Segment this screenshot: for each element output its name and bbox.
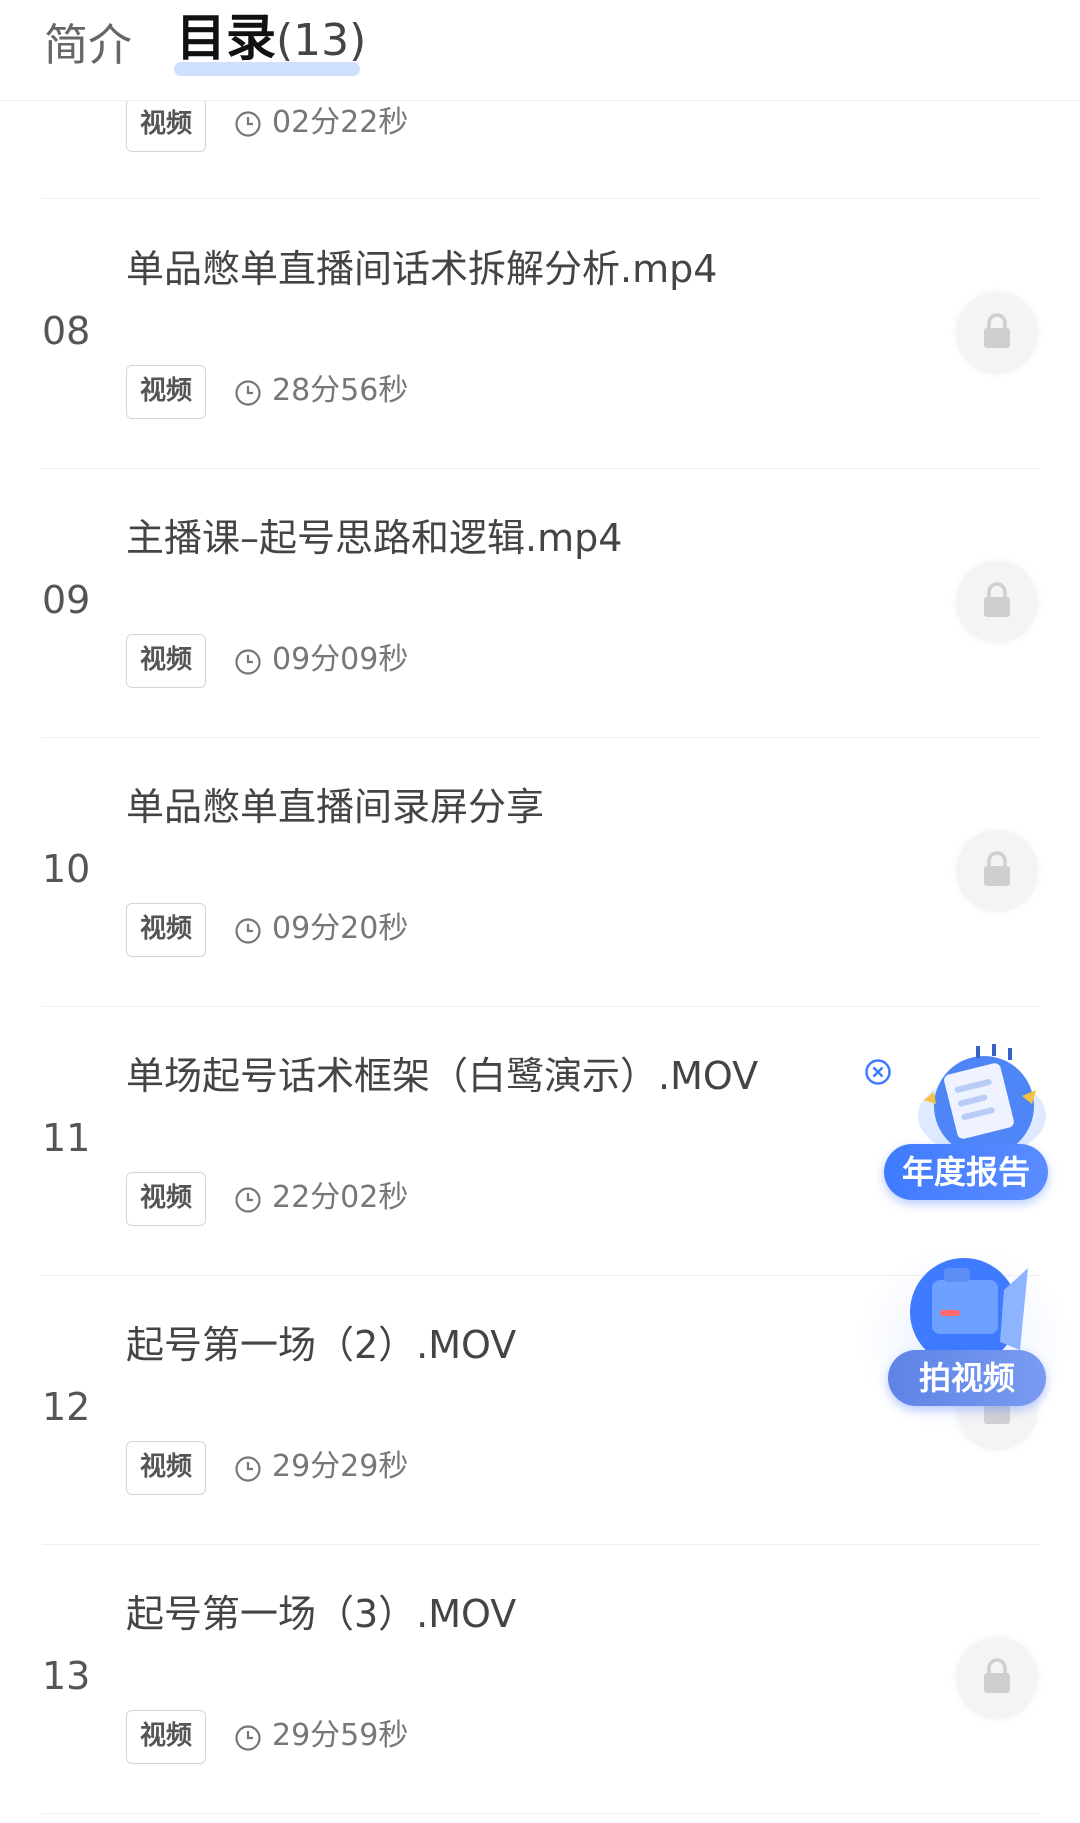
clock-icon: [235, 1725, 261, 1751]
annual-report-widget[interactable]: 年度报告: [864, 1040, 1060, 1210]
close-icon[interactable]: [864, 1058, 892, 1086]
report-illustration-icon: [918, 1044, 1046, 1156]
divider: [42, 1544, 1040, 1545]
duration: 28分56秒: [272, 373, 409, 408]
divider: [42, 468, 1040, 469]
item-title: 起号第一场（2）.MOV: [126, 1323, 517, 1367]
tab-bar: 简介 目录(13): [0, 0, 1080, 101]
divider: [42, 737, 1040, 738]
type-badge: 视频: [126, 1710, 206, 1764]
clock-icon: [235, 1456, 261, 1482]
lock-button[interactable]: [956, 1637, 1038, 1719]
duration: 02分22秒: [272, 105, 409, 140]
duration: 29分29秒: [272, 1449, 409, 1484]
lock-button[interactable]: [956, 292, 1038, 374]
lock-button[interactable]: [956, 561, 1038, 643]
duration: 22分02秒: [272, 1180, 409, 1215]
item-title: 单品憋单直播间录屏分享: [126, 785, 545, 829]
item-index: 12: [42, 1385, 91, 1429]
item-title: 单场起号话术框架（白鹭演示）.MOV: [126, 1054, 759, 1098]
item-index: 08: [42, 309, 91, 353]
divider: [42, 1813, 1040, 1814]
clock-icon: [235, 1187, 261, 1213]
tab-intro[interactable]: 简介: [44, 24, 132, 68]
shoot-video-widget[interactable]: 拍视频: [856, 1244, 1072, 1436]
duration: 29分59秒: [272, 1718, 409, 1753]
item-index: 11: [42, 1116, 91, 1160]
type-badge: 视频: [126, 634, 206, 688]
divider: [42, 198, 1040, 199]
lock-icon: [984, 851, 1010, 886]
divider: [42, 1006, 1040, 1007]
type-badge: 视频: [126, 1172, 206, 1226]
type-badge: 视频: [126, 1441, 206, 1495]
item-index: 09: [42, 578, 91, 622]
item-index: 13: [42, 1654, 91, 1698]
annual-report-label: 年度报告: [884, 1144, 1048, 1200]
lock-icon: [984, 582, 1010, 617]
lock-icon: [984, 1658, 1010, 1693]
duration: 09分09秒: [272, 642, 409, 677]
item-title: 起号第一场（3）.MOV: [126, 1592, 517, 1636]
type-badge: 视频: [126, 98, 206, 152]
clock-icon: [235, 111, 261, 137]
duration: 09分20秒: [272, 911, 409, 946]
type-badge: 视频: [126, 903, 206, 957]
type-badge: 视频: [126, 365, 206, 419]
lock-button[interactable]: [956, 830, 1038, 912]
lock-icon: [984, 313, 1010, 348]
tab-catalog-count: (13): [276, 15, 367, 66]
shoot-video-label: 拍视频: [888, 1350, 1046, 1406]
camera-illustration-icon: [910, 1258, 1028, 1366]
item-index: 10: [42, 847, 91, 891]
tab-catalog[interactable]: 目录(13): [174, 13, 367, 76]
item-title: 单品憋单直播间话术拆解分析.mp4: [126, 247, 718, 291]
clock-icon: [235, 380, 261, 406]
tab-catalog-label: 目录: [176, 9, 276, 67]
clock-icon: [235, 649, 261, 675]
clock-icon: [235, 918, 261, 944]
item-title: 主播课–起号思路和逻辑.mp4: [126, 516, 623, 560]
